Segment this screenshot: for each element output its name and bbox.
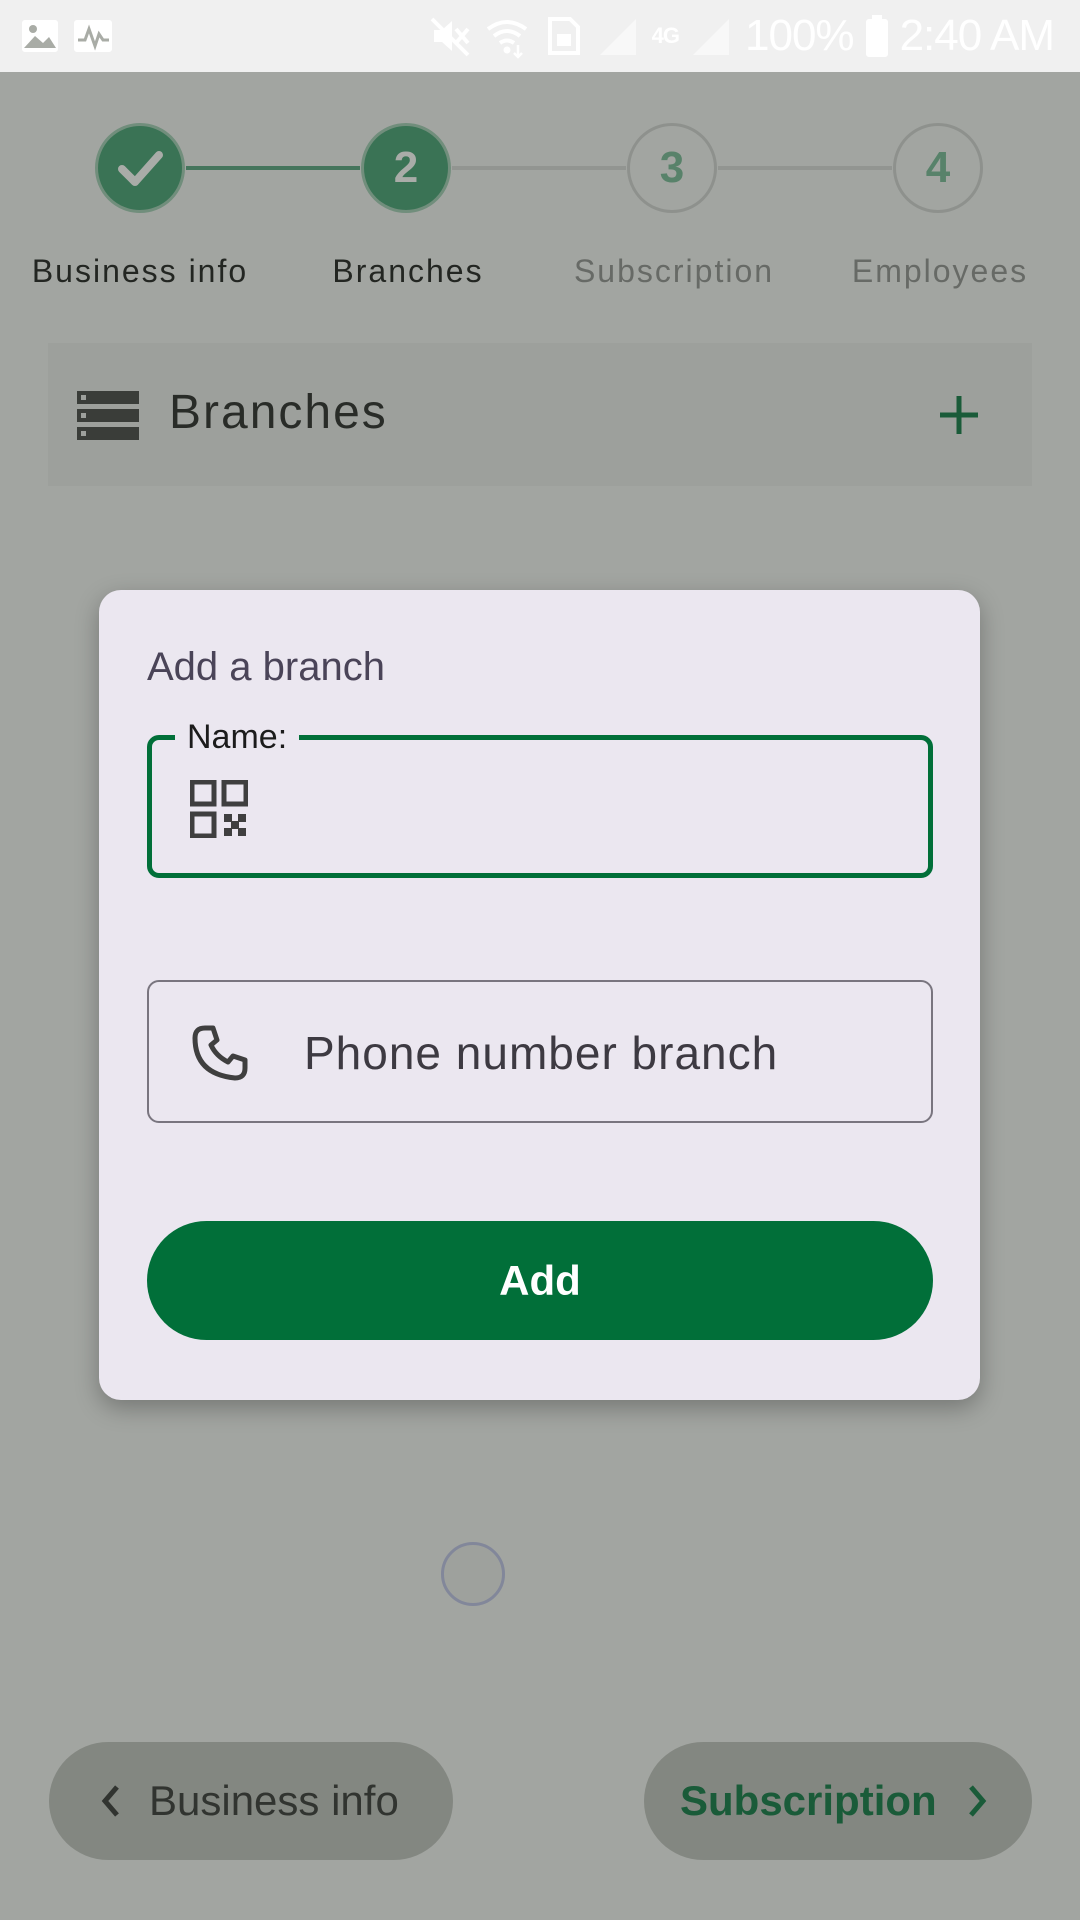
wifi-icon xyxy=(486,20,527,59)
signal-icon-2 xyxy=(693,19,730,55)
signal-icon xyxy=(599,19,636,55)
dialog-title: Add a branch xyxy=(147,645,385,689)
status-bar: 4G 100% 2:40 AM xyxy=(0,0,1080,72)
mute-icon xyxy=(430,17,470,57)
phone-field[interactable]: Phone number branch xyxy=(147,980,933,1123)
activity-icon xyxy=(74,20,112,52)
name-field-label: Name: xyxy=(175,718,300,757)
clock: 2:40 AM xyxy=(899,11,1055,60)
phone-placeholder: Phone number branch xyxy=(304,1027,779,1079)
network-type: 4G xyxy=(651,23,680,48)
sim-icon xyxy=(547,17,580,55)
name-input[interactable] xyxy=(272,770,896,842)
qr-code-icon xyxy=(190,780,248,838)
battery-percent: 100% xyxy=(745,11,855,60)
phone-icon xyxy=(192,1025,248,1081)
battery-icon xyxy=(865,15,888,57)
add-button[interactable]: Add xyxy=(147,1221,933,1340)
add-button-label: Add xyxy=(499,1256,581,1304)
add-branch-dialog: Add a branch Name: Phone number branch A… xyxy=(99,590,980,1400)
image-icon xyxy=(22,20,58,52)
